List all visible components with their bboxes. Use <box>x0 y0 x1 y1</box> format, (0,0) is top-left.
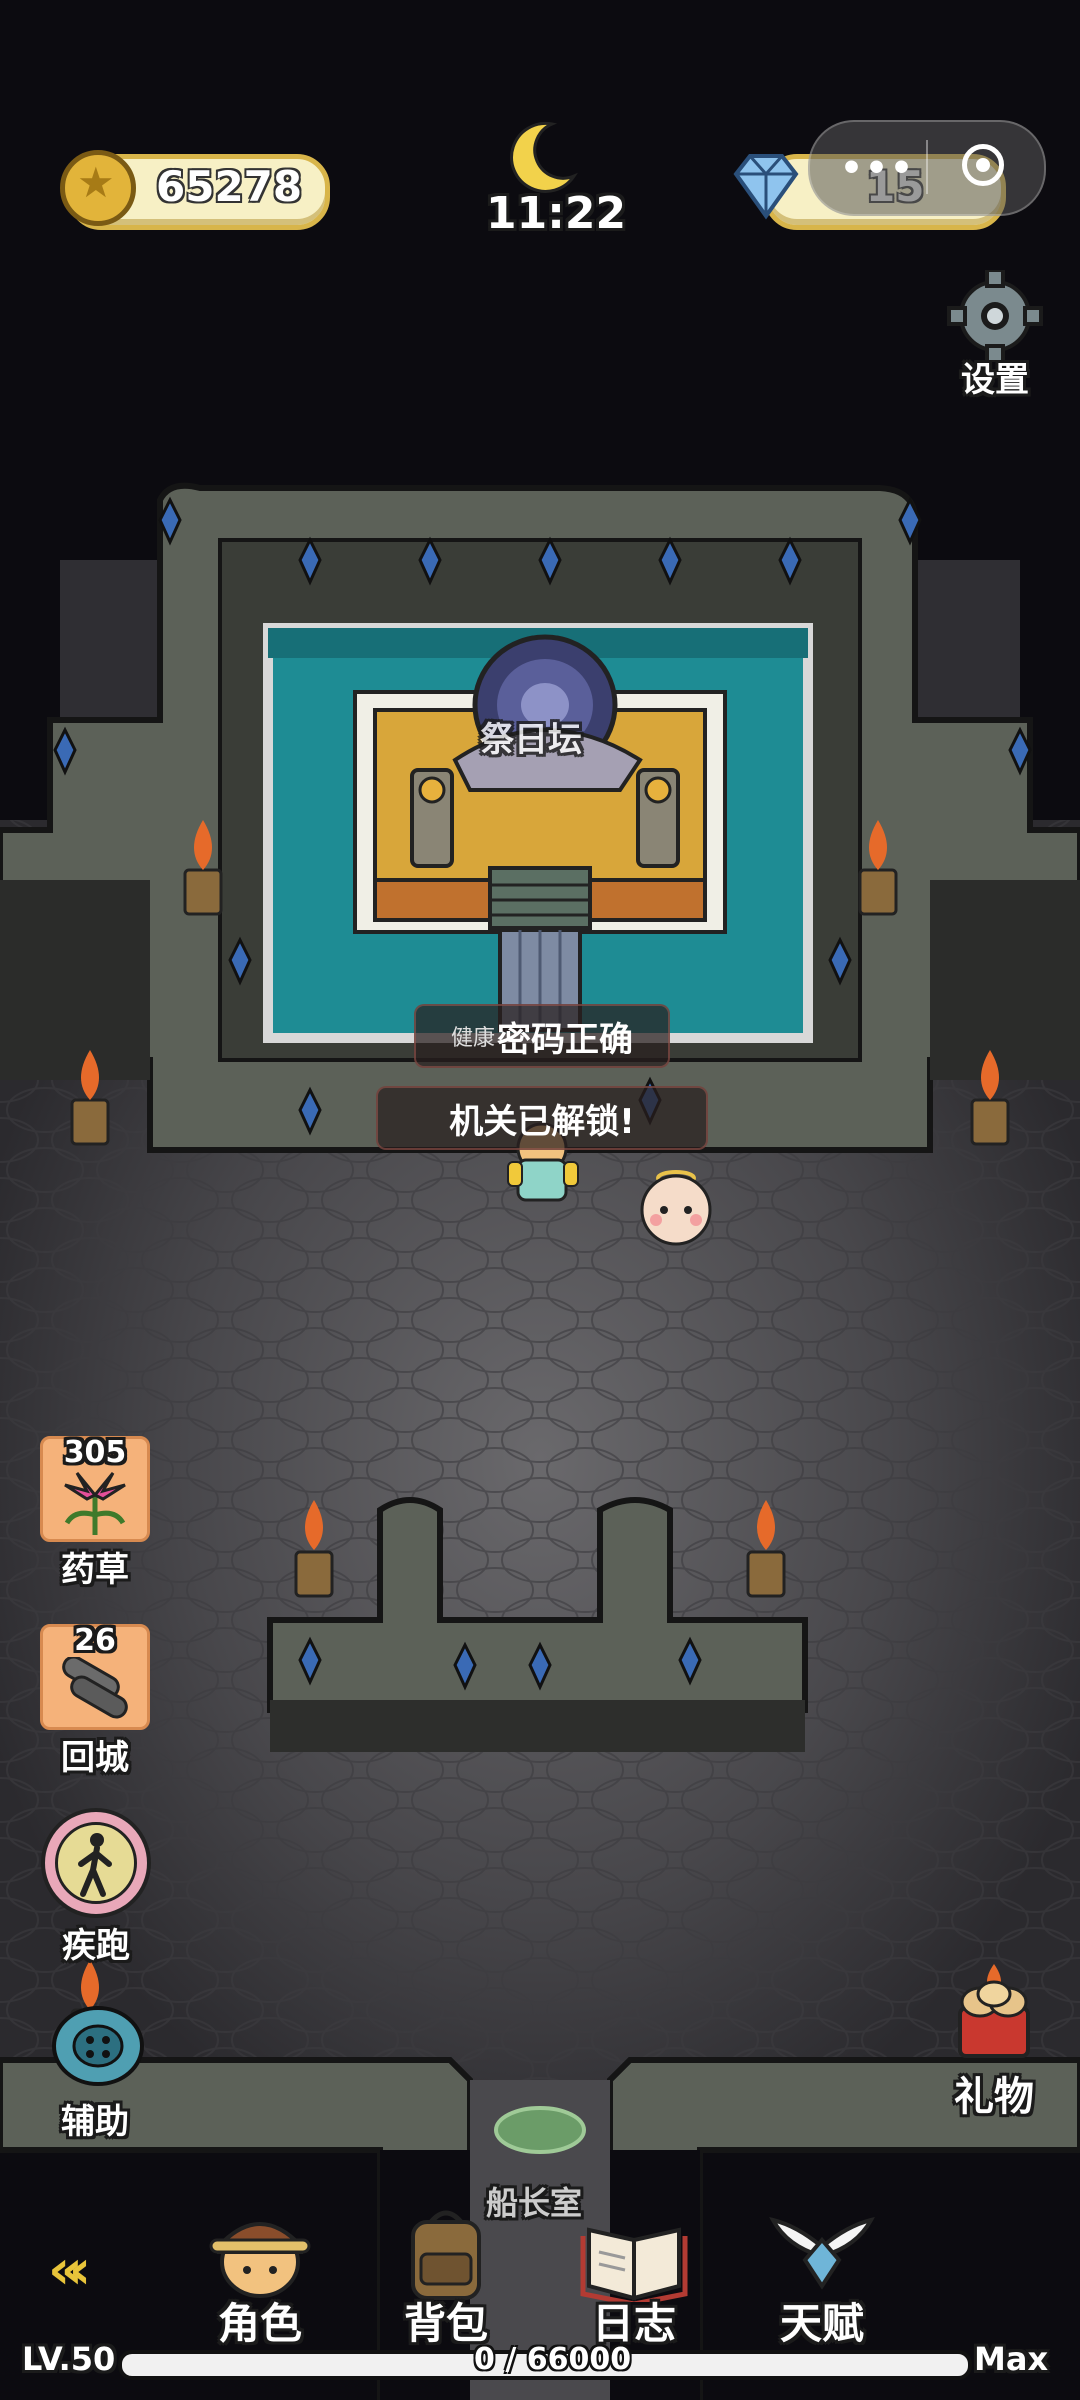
max-label: Max <box>974 2340 1049 2378</box>
herb-label: 药草 <box>61 1550 129 1590</box>
tab-backpack[interactable]: 背包 <box>376 2206 516 2351</box>
diamond-icon <box>733 154 799 220</box>
gift-icon <box>958 1964 1030 2058</box>
toast-mechanism-unlocked: 机关已解锁! <box>376 1086 708 1150</box>
herb-count: 305 <box>63 1435 127 1470</box>
moon-icon <box>510 121 578 193</box>
toast-password-correct: 健康 密码正确 <box>414 1004 670 1068</box>
gift-label: 礼物 <box>954 2074 1034 2120</box>
return-label: 回城 <box>61 1738 129 1778</box>
gift-button[interactable]: 礼物 <box>936 1964 1052 2122</box>
herb-icon: 305 <box>40 1435 150 1542</box>
more-icon[interactable]: ••• <box>840 148 915 189</box>
return-count: 26 <box>74 1623 116 1658</box>
tab-journal[interactable]: 日志 <box>564 2206 704 2351</box>
coin-icon <box>60 150 136 226</box>
coin-amount: 65278 <box>156 162 303 211</box>
assist-gear-icon <box>52 2006 144 2086</box>
clock-time: 11:22 <box>486 188 627 239</box>
assist-button[interactable]: 辅助 <box>40 2000 150 2143</box>
tab-talent[interactable]: 天赋 <box>752 2206 892 2351</box>
xp-text: 0 / 66000 <box>474 2342 632 2377</box>
settings-button[interactable]: 设置 <box>940 268 1050 401</box>
character-icon <box>209 2222 311 2298</box>
winged-gem-icon <box>769 2216 875 2290</box>
tab-character[interactable]: 角色 <box>190 2206 330 2351</box>
level-label: LV.50 <box>22 2340 116 2378</box>
book-icon <box>580 2227 688 2307</box>
toast-text: 密码正确 <box>497 1019 633 1060</box>
assist-label: 辅助 <box>61 2102 129 2142</box>
backpack-icon <box>411 2210 481 2300</box>
toast-text: 机关已解锁! <box>449 1101 635 1142</box>
dungeon-map <box>0 482 1080 2400</box>
logs-icon: 26 <box>40 1623 150 1730</box>
exit-warp <box>494 2106 586 2154</box>
sprint-label: 疾跑 <box>62 1926 130 1966</box>
sprint-icon <box>41 1808 151 1918</box>
mini-program-capsule: ••• <box>808 120 1046 216</box>
toast-prefix: 健康 <box>450 1026 495 1051</box>
herb-button[interactable]: 305 药草 <box>40 1435 150 1591</box>
return-town-button[interactable]: 26 回城 <box>40 1623 150 1779</box>
gear-icon <box>947 268 1043 364</box>
collapse-arrow-icon[interactable]: «‹ <box>48 2238 91 2301</box>
sprint-button[interactable]: 疾跑 <box>36 1808 156 1967</box>
close-capsule-icon[interactable] <box>962 144 1004 186</box>
altar-label: 祭日坛 <box>480 720 582 760</box>
